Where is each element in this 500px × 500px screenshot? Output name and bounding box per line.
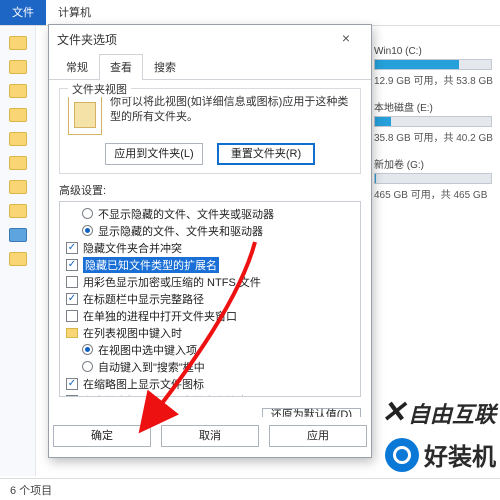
tab-view[interactable]: 查看: [99, 54, 143, 80]
tree-item-label: 在缩略图上显示文件图标: [83, 376, 204, 392]
checkbox-icon[interactable]: ✓: [66, 259, 78, 271]
tree-item[interactable]: 不显示隐藏的文件、文件夹或驱动器: [62, 205, 358, 222]
watermark-ziyouhulian: ✕ 自由互联: [381, 395, 496, 430]
explorer-ribbon-tabs: 文件 计算机: [0, 0, 500, 26]
radio-icon[interactable]: [82, 361, 93, 372]
explorer-sidebar: [0, 26, 36, 476]
apply-button[interactable]: 应用: [269, 425, 367, 447]
folder-view-icon: [68, 95, 102, 135]
ok-button[interactable]: 确定: [53, 425, 151, 447]
folder-views-group: 文件夹视图 你可以将此视图(如详细信息或图标)应用于这种类型的所有文件夹。 应用…: [59, 88, 361, 174]
folder-icon[interactable]: [9, 180, 27, 194]
radio-icon[interactable]: [82, 225, 93, 236]
radio-icon[interactable]: [82, 208, 93, 219]
tree-item[interactable]: ✓ 在文件夹提示中显示文件大小信息: [62, 392, 358, 397]
drive-usage-text: 12.9 GB 可用，共 53.8 GB: [374, 72, 494, 87]
tree-item-label: 隐藏文件夹合并冲突: [83, 240, 182, 256]
status-item-count: 6 个项目: [10, 485, 52, 497]
group-legend: 文件夹视图: [68, 81, 131, 97]
ribbon-tab-computer[interactable]: 计算机: [46, 0, 103, 25]
drive-name: 本地磁盘 (E:): [374, 99, 494, 114]
checkbox-icon[interactable]: [66, 276, 78, 288]
drive-list: Win10 (C:) 12.9 GB 可用，共 53.8 GB 本地磁盘 (E:) 3…: [374, 46, 494, 213]
drive-usage-text: 35.8 GB 可用，共 40.2 GB: [374, 129, 494, 144]
restore-defaults-button[interactable]: 还原为默认值(D): [262, 408, 361, 417]
tree-item-label: 在列表视图中键入时: [83, 325, 182, 341]
drive-usage-bar: [374, 173, 492, 184]
dialog-title: 文件夹选项: [57, 31, 117, 48]
tree-item[interactable]: ✓ 在缩略图上显示文件图标: [62, 375, 358, 392]
drive-usage-text: 465 GB 可用，共 465 GB: [374, 186, 494, 201]
folder-icon[interactable]: [9, 60, 27, 74]
reset-folders-button[interactable]: 重置文件夹(R): [217, 143, 315, 165]
cancel-button[interactable]: 取消: [161, 425, 259, 447]
folder-icon[interactable]: [9, 132, 27, 146]
circle-logo-icon: [385, 438, 419, 472]
x-logo-icon: ✕: [381, 395, 406, 430]
drive-item[interactable]: 新加卷 (G:) 465 GB 可用，共 465 GB: [374, 156, 494, 201]
close-icon[interactable]: ×: [329, 28, 363, 50]
checkbox-icon[interactable]: ✓: [66, 378, 78, 390]
tree-item[interactable]: 在列表视图中键入时: [62, 324, 358, 341]
checkbox-icon[interactable]: ✓: [66, 395, 78, 398]
tree-item[interactable]: 在单独的进程中打开文件夹窗口: [62, 307, 358, 324]
checkbox-icon[interactable]: [66, 310, 78, 322]
tree-item-label: 在标题栏中显示完整路径: [83, 291, 204, 307]
dialog-body: 文件夹视图 你可以将此视图(如详细信息或图标)应用于这种类型的所有文件夹。 应用…: [49, 80, 371, 417]
folder-options-dialog: 文件夹选项 × 常规 查看 搜索 文件夹视图 你可以将此视图(如详细信息或图标)…: [48, 24, 372, 458]
advanced-settings-label: 高级设置:: [59, 182, 361, 198]
tree-item[interactable]: 显示隐藏的文件、文件夹和驱动器: [62, 222, 358, 239]
watermark-haozhuangji: 好装机: [385, 437, 496, 472]
folder-icon[interactable]: [9, 84, 27, 98]
tree-item[interactable]: ✓ 隐藏已知文件类型的扩展名: [62, 256, 358, 273]
tree-item[interactable]: 在视图中选中键入项: [62, 341, 358, 358]
tree-item-label: 在文件夹提示中显示文件大小信息: [83, 393, 248, 398]
tree-item[interactable]: 自动键入到"搜索"框中: [62, 358, 358, 375]
tab-search[interactable]: 搜索: [143, 54, 187, 80]
dialog-titlebar: 文件夹选项 ×: [49, 25, 371, 53]
status-bar: 6 个项目: [0, 478, 500, 500]
tree-item[interactable]: 用彩色显示加密或压缩的 NTFS 文件: [62, 273, 358, 290]
dialog-footer: 确定 取消 应用: [49, 417, 371, 457]
drive-item[interactable]: 本地磁盘 (E:) 35.8 GB 可用，共 40.2 GB: [374, 99, 494, 144]
checkbox-icon[interactable]: ✓: [66, 293, 78, 305]
tree-item-label: 在视图中选中键入项: [98, 342, 197, 358]
folder-views-description: 你可以将此视图(如详细信息或图标)应用于这种类型的所有文件夹。: [110, 95, 352, 135]
folder-icon[interactable]: [9, 156, 27, 170]
radio-icon[interactable]: [82, 344, 93, 355]
tree-item[interactable]: ✓ 隐藏文件夹合并冲突: [62, 239, 358, 256]
tab-general[interactable]: 常规: [55, 54, 99, 80]
folder-icon[interactable]: [9, 252, 27, 266]
drive-usage-bar: [374, 116, 492, 127]
drive-name: 新加卷 (G:): [374, 156, 494, 171]
dialog-tabs: 常规 查看 搜索: [49, 53, 371, 80]
tree-item-label: 不显示隐藏的文件、文件夹或驱动器: [98, 206, 274, 222]
tree-item-label: 显示隐藏的文件、文件夹和驱动器: [98, 223, 263, 239]
apply-to-folders-button[interactable]: 应用到文件夹(L): [105, 143, 203, 165]
drive-name: Win10 (C:): [374, 46, 494, 57]
folder-icon[interactable]: [9, 204, 27, 218]
folder-icon: [66, 328, 78, 338]
drive-usage-bar: [374, 59, 492, 70]
tree-item-label: 用彩色显示加密或压缩的 NTFS 文件: [83, 274, 261, 290]
tree-item[interactable]: ✓ 在标题栏中显示完整路径: [62, 290, 358, 307]
folder-icon[interactable]: [9, 36, 27, 50]
this-pc-icon[interactable]: [9, 228, 27, 242]
drive-item[interactable]: Win10 (C:) 12.9 GB 可用，共 53.8 GB: [374, 46, 494, 87]
tree-item-label: 在单独的进程中打开文件夹窗口: [83, 308, 237, 324]
advanced-settings-tree[interactable]: 不显示隐藏的文件、文件夹或驱动器显示隐藏的文件、文件夹和驱动器 ✓ 隐藏文件夹合并冲…: [59, 201, 361, 397]
checkbox-icon[interactable]: ✓: [66, 242, 78, 254]
tree-item-label: 隐藏已知文件类型的扩展名: [83, 257, 219, 273]
folder-icon[interactable]: [9, 108, 27, 122]
tree-item-label: 自动键入到"搜索"框中: [98, 359, 205, 375]
ribbon-tab-file[interactable]: 文件: [0, 0, 46, 25]
